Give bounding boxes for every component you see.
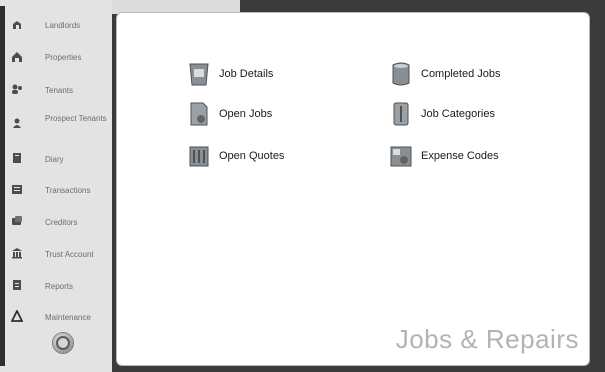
reports-icon xyxy=(11,279,23,291)
expense-codes-icon xyxy=(390,146,412,167)
expense-codes-label: Expense Codes xyxy=(421,150,499,162)
transactions-icon xyxy=(11,183,23,195)
job-categories-button[interactable]: Job Categories xyxy=(389,101,495,127)
sidebar-item-reports[interactable]: Reports xyxy=(0,278,112,292)
sidebar-item-landlords[interactable]: Landlords xyxy=(0,18,112,32)
diary-icon xyxy=(11,152,23,164)
sidebar-item-creditors[interactable]: Creditors xyxy=(0,214,112,228)
trust-account-icon xyxy=(11,247,23,259)
sidebar-item-maintenance[interactable]: Maintenance xyxy=(0,309,112,323)
sidebar-item-label: Maintenance xyxy=(45,313,91,322)
completed-jobs-button[interactable]: Completed Jobs xyxy=(389,61,501,87)
expense-codes-button[interactable]: Expense Codes xyxy=(389,143,499,169)
sidebar-item-label: Reports xyxy=(45,282,74,291)
completed-jobs-label: Completed Jobs xyxy=(421,68,501,80)
job-details-label: Job Details xyxy=(219,68,274,80)
properties-icon xyxy=(11,51,23,63)
open-jobs-label: Open Jobs xyxy=(219,108,273,120)
sidebar-item-label: Trust Account xyxy=(45,250,94,259)
tenants-icon xyxy=(11,83,23,95)
sidebar-item-prospect-tenants[interactable]: Prospect Tenants xyxy=(0,112,112,134)
section-title: Jobs & Repairs xyxy=(395,324,579,354)
sidebar-item-label: Prospect Tenants xyxy=(45,114,107,123)
jobs-repairs-panel: Job Details Open Jobs Open Quotes Comple… xyxy=(116,12,590,366)
sidebar-item-properties[interactable]: Properties xyxy=(0,50,112,64)
sidebar-item-label: Tenants xyxy=(45,86,74,95)
sidebar-item-diary[interactable]: Diary xyxy=(0,151,112,165)
sidebar-item-label: Properties xyxy=(45,53,82,62)
completed-jobs-icon xyxy=(392,62,410,86)
sidebar-item-trust-account[interactable]: Trust Account xyxy=(0,246,112,260)
landlords-icon xyxy=(11,19,23,31)
sidebar-item-label: Transactions xyxy=(45,186,91,195)
power-icon[interactable] xyxy=(53,333,73,353)
open-quotes-icon xyxy=(189,146,209,167)
prospect-tenants-icon xyxy=(11,117,23,129)
sidebar-item-label: Diary xyxy=(45,155,64,164)
sidebar-item-tenants[interactable]: Tenants xyxy=(0,82,112,96)
sidebar-item-label: Creditors xyxy=(45,218,78,227)
creditors-icon xyxy=(11,215,23,227)
open-jobs-button[interactable]: Open Jobs xyxy=(187,101,272,127)
open-jobs-icon xyxy=(190,102,208,126)
job-details-icon xyxy=(189,63,209,86)
open-quotes-label: Open Quotes xyxy=(219,150,285,162)
sidebar: Landlords Properties Tenants Prospect Te… xyxy=(0,0,112,372)
job-categories-icon xyxy=(393,102,409,126)
sidebar-item-label: Landlords xyxy=(45,21,81,30)
maintenance-icon xyxy=(11,310,23,322)
open-quotes-button[interactable]: Open Quotes xyxy=(187,143,284,169)
job-details-button[interactable]: Job Details xyxy=(187,61,273,87)
sidebar-item-transactions[interactable]: Transactions xyxy=(0,182,112,196)
job-categories-label: Job Categories xyxy=(421,108,495,120)
